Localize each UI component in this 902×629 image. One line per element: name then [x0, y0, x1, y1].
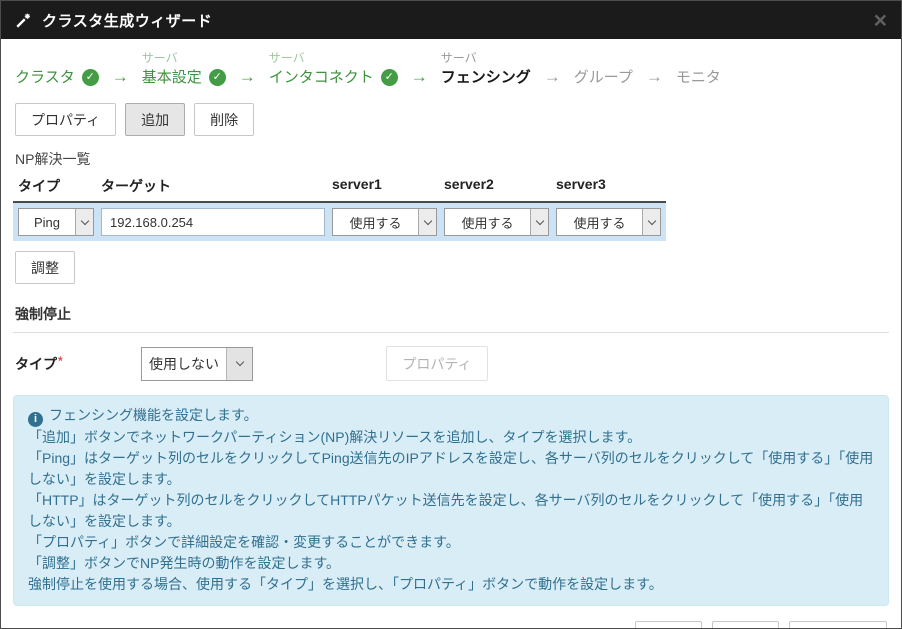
step-interconnect: サーバ インタコネクト✓ — [269, 49, 398, 88]
info-box: iフェンシング機能を設定します。 「追加」ボタンでネットワークパーティション(N… — [13, 395, 889, 606]
col-server1-header: server1 — [332, 176, 437, 196]
forced-stop-title: 強制停止 — [15, 304, 887, 324]
chevron-down-icon — [530, 209, 548, 235]
close-icon[interactable]: × — [874, 9, 887, 32]
col-type-header: タイプ — [18, 176, 94, 196]
col-server3-header: server3 — [556, 176, 661, 196]
np-table-header: タイプ ターゲット server1 server2 server3 — [13, 176, 666, 203]
dialog-title: クラスタ生成ウィザード — [42, 10, 212, 31]
tune-button[interactable]: 調整 — [15, 251, 75, 284]
forced-stop-type-select[interactable]: 使用しない — [141, 347, 253, 381]
server2-select[interactable]: 使用する — [444, 208, 549, 236]
step-basic-settings: サーバ 基本設定✓ — [142, 49, 226, 88]
info-line: 「調整」ボタンでNP発生時の動作を設定します。 — [28, 553, 874, 574]
forced-stop-row: タイプ* 使用しない プロパティ — [15, 346, 887, 381]
cluster-wizard-dialog: クラスタ生成ウィザード × クラスタ✓ → サーバ 基本設定✓ → サーバ イン… — [0, 0, 902, 629]
section-divider — [13, 332, 889, 333]
np-list-caption: NP解決一覧 — [15, 149, 887, 169]
info-line: iフェンシング機能を設定します。 — [28, 405, 874, 427]
check-icon: ✓ — [82, 69, 99, 86]
info-line: 「HTTP」はターゲット列のセルをクリックしてHTTPパケット送信先を設定し、各… — [28, 490, 874, 532]
type-select[interactable]: Ping — [18, 208, 94, 236]
chevron-down-icon — [418, 209, 436, 235]
back-button[interactable]: ◀戻る — [635, 621, 702, 629]
arrow-icon: → — [239, 66, 256, 88]
properties-button[interactable]: プロパティ — [15, 103, 116, 136]
info-line: 「Ping」はターゲット列のセルをクリックしてPing送信先のIPアドレスを設定… — [28, 448, 874, 490]
step-label: フェンシング — [441, 67, 531, 88]
check-icon: ✓ — [209, 69, 226, 86]
wizard-wand-icon — [15, 11, 33, 29]
footer: ◀戻る 次へ▶ キャンセル — [15, 621, 887, 629]
forced-stop-properties-button[interactable]: プロパティ — [386, 346, 488, 381]
step-label: モニタ — [676, 67, 721, 88]
info-line: 「プロパティ」ボタンで詳細設定を確認・変更することができます。 — [28, 532, 874, 553]
step-label: 基本設定 — [142, 67, 202, 88]
np-resolution-table: タイプ ターゲット server1 server2 server3 Ping 使… — [13, 176, 666, 241]
col-target-header: ターゲット — [101, 176, 325, 196]
required-asterisk: * — [58, 354, 63, 368]
chevron-down-icon — [75, 209, 93, 235]
titlebar: クラスタ生成ウィザード × — [1, 1, 901, 39]
server1-select[interactable]: 使用する — [332, 208, 437, 236]
server3-select[interactable]: 使用する — [556, 208, 661, 236]
chevron-down-icon — [642, 209, 660, 235]
step-group: グループ — [574, 49, 633, 88]
forced-stop-type-label: タイプ* — [15, 354, 141, 374]
step-label: インタコネクト — [269, 67, 374, 88]
arrow-icon: → — [646, 66, 663, 88]
arrow-icon: → — [411, 66, 428, 88]
target-input[interactable] — [101, 208, 325, 236]
step-nav: クラスタ✓ → サーバ 基本設定✓ → サーバ インタコネクト✓ → サーバ フ… — [1, 39, 901, 100]
np-toolbar: プロパティ 追加 削除 — [1, 100, 901, 136]
step-label: クラスタ — [15, 67, 75, 88]
step-fencing: サーバ フェンシング — [441, 49, 531, 88]
next-button[interactable]: 次へ▶ — [712, 621, 779, 629]
col-server2-header: server2 — [444, 176, 549, 196]
step-monitor: モニタ — [676, 49, 721, 88]
cancel-button[interactable]: キャンセル — [789, 621, 887, 629]
delete-button[interactable]: 削除 — [194, 103, 254, 136]
step-cluster: クラスタ ✓ — [15, 49, 99, 88]
info-line: 「追加」ボタンでネットワークパーティション(NP)解決リソースを追加し、タイプを… — [28, 427, 874, 448]
table-row: Ping 使用する 使用する 使用する — [13, 203, 666, 241]
arrow-icon: → — [112, 66, 129, 88]
step-label: グループ — [574, 67, 633, 88]
chevron-down-icon — [226, 348, 252, 380]
arrow-icon: → — [544, 66, 561, 88]
check-icon: ✓ — [381, 69, 398, 86]
add-button[interactable]: 追加 — [125, 103, 185, 136]
info-line: 強制停止を使用する場合、使用する「タイプ」を選択し、「プロパティ」ボタンで動作を… — [28, 574, 874, 595]
info-icon: i — [28, 412, 43, 427]
